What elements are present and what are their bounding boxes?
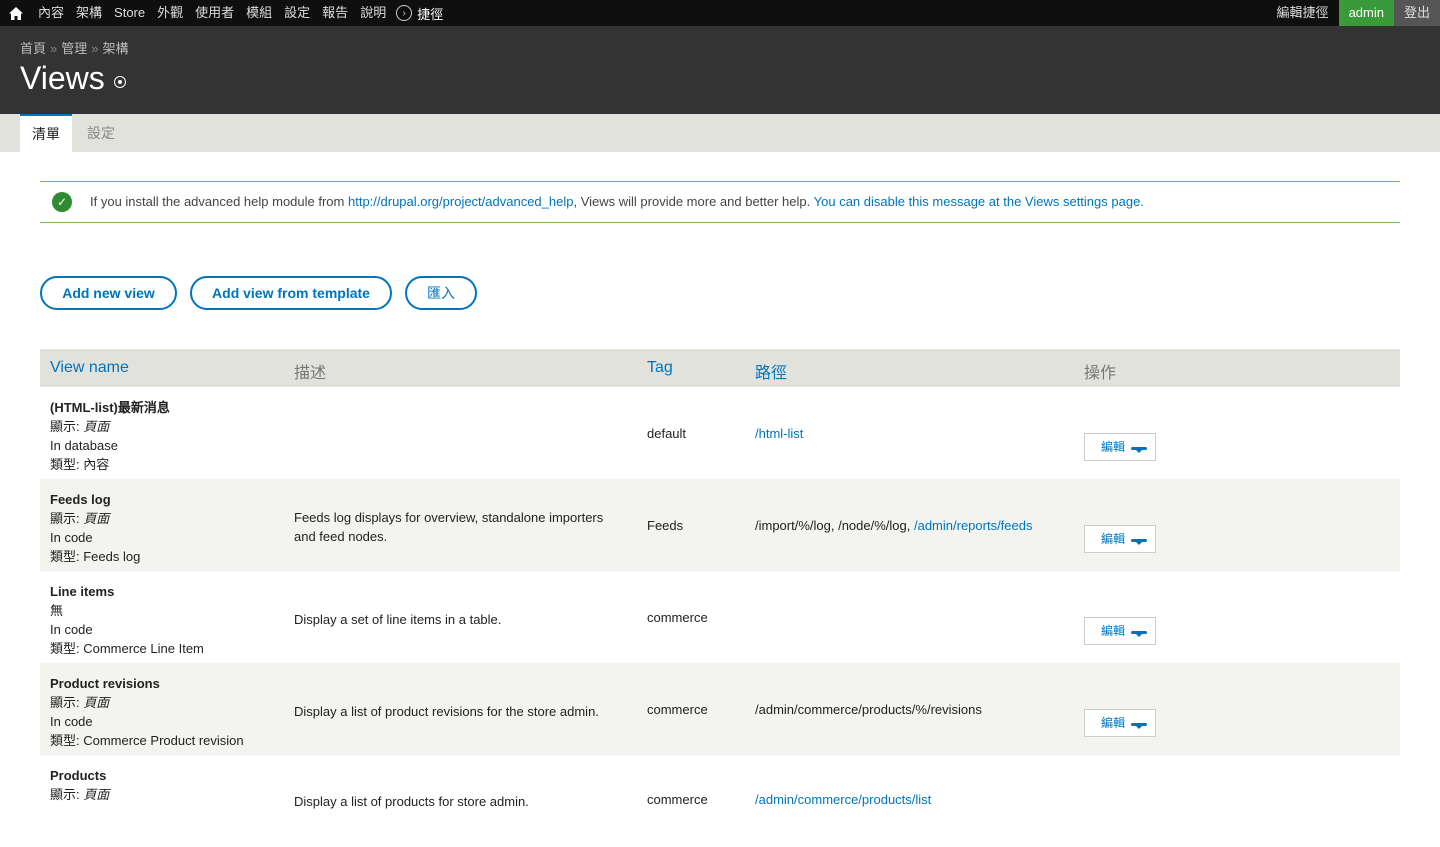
table-row: Product revisions 顯示: 頁面 In code 類型: Com… [40,663,1400,755]
view-name-cell: Feeds log 顯示: 頁面 In code 類型: Feeds log [50,492,141,564]
view-type: 類型: Commerce Product revision [50,733,244,748]
breadcrumb-admin[interactable]: 管理 [61,41,87,56]
admin-toolbar: 內容 架構 Store 外觀 使用者 模組 設定 報告 說明 › 捷徑 編輯捷徑… [0,0,1440,26]
toolbar-item-reports[interactable]: 報告 [316,0,354,26]
chevron-right-icon: › [396,5,413,21]
view-path: /admin/commerce/products/list [755,792,931,807]
view-tag: Feeds [647,518,684,533]
view-description: Display a set of line items in a table. [294,612,502,627]
view-name: Feeds log [50,492,111,507]
page-title: Views [20,60,105,96]
logout-link[interactable]: 登出 [1393,0,1440,26]
tabs-bar: 清單 設定 [0,114,1440,152]
edit-shortcuts-link[interactable]: 編輯捷徑 [1267,0,1339,26]
view-path: /import/%/log, /node/%/log, /admin/repor… [755,518,1033,533]
column-header-operations: 操作 [1084,365,1117,382]
view-type: 類型: Commerce Line Item [50,641,204,656]
table-row: Line items 無 In code 類型: Commerce Line I… [40,571,1400,663]
view-name-cell: (HTML-list)最新消息 顯示: 頁面 In database 類型: 內… [50,400,170,472]
edit-operation-button[interactable]: 編輯 [1084,433,1156,461]
check-icon: ✓ [52,192,72,212]
import-button[interactable]: 匯入 [405,276,477,310]
view-name: Products [50,768,107,783]
table-row: Feeds log 顯示: 頁面 In code 類型: Feeds log F… [40,479,1400,571]
view-path-link[interactable]: /admin/commerce/products/list [755,792,931,807]
column-header-path[interactable]: 路徑 [755,359,787,383]
view-name-cell: Products 顯示: 頁面 [50,768,110,802]
dropdown-arrow-icon[interactable] [1131,723,1147,729]
view-storage: In database [50,438,118,453]
view-description: Feeds log displays for overview, standal… [294,510,604,544]
tab-settings[interactable]: 設定 [75,114,127,152]
view-tag: commerce [647,610,708,625]
edit-operation-button[interactable]: 編輯 [1084,525,1156,553]
view-name-cell: Product revisions 顯示: 頁面 In code 類型: Com… [50,676,244,748]
view-tag: commerce [647,792,708,807]
add-shortcut-icon[interactable] [114,76,126,88]
view-path: /html-list [755,426,803,441]
views-table: View name 描述 Tag 路徑 操作 (HTML-list)最新消息 顯… [40,349,1400,847]
view-path-link[interactable]: /html-list [755,426,803,441]
home-icon[interactable] [0,0,32,26]
breadcrumb-structure[interactable]: 架構 [103,41,129,56]
column-header-view-name[interactable]: View name [50,359,129,377]
dropdown-arrow-icon[interactable] [1131,631,1147,637]
edit-operation-button[interactable]: 編輯 [1084,709,1156,737]
breadcrumb: 首頁» 管理» 架構 [20,41,129,56]
toolbar-item-store[interactable]: Store [108,0,151,26]
table-header: View name 描述 Tag 路徑 操作 [40,349,1400,387]
toolbar-item-config[interactable]: 設定 [278,0,316,26]
view-path: /admin/commerce/products/%/revisions [755,702,982,717]
add-view-from-template-button[interactable]: Add view from template [190,276,392,310]
toolbar-item-people[interactable]: 使用者 [189,0,240,26]
view-path-link[interactable]: /admin/reports/feeds [914,518,1033,533]
view-tag: commerce [647,702,708,717]
views-settings-link[interactable]: You can disable this message at the View… [814,194,1144,209]
view-name: (HTML-list)最新消息 [50,400,170,415]
view-type: 類型: Feeds log [50,549,141,564]
shortcuts-label: 捷徑 [417,6,444,22]
breadcrumb-home[interactable]: 首頁 [20,41,46,56]
table-row: (HTML-list)最新消息 顯示: 頁面 In database 類型: 內… [40,387,1400,479]
toolbar-item-content[interactable]: 內容 [32,0,70,26]
view-name: Product revisions [50,676,160,691]
status-message-text: If you install the advanced help module … [90,194,1144,209]
advanced-help-link[interactable]: http://drupal.org/project/advanced_help [348,194,574,209]
toolbar-item-appearance[interactable]: 外觀 [151,0,189,26]
column-header-description: 描述 [294,365,327,382]
view-description: Display a list of product revisions for … [294,704,599,719]
toolbar-item-structure[interactable]: 架構 [70,0,108,26]
shortcuts-toggle[interactable]: › 捷徑 [392,4,443,23]
edit-operation-button[interactable]: 編輯 [1084,617,1156,645]
view-name: Line items [50,584,115,599]
status-message: ✓ If you install the advanced help modul… [40,181,1400,223]
view-storage: In code [50,622,93,637]
view-type: 類型: 內容 [50,457,110,472]
add-new-view-button[interactable]: Add new view [40,276,177,310]
view-storage: In code [50,714,93,729]
table-row: Products 顯示: 頁面 Display a list of produc… [40,755,1400,847]
page-header: 首頁» 管理» 架構 Views [0,26,1440,114]
toolbar-item-help[interactable]: 說明 [354,0,392,26]
view-storage: In code [50,530,93,545]
dropdown-arrow-icon[interactable] [1131,447,1147,453]
toolbar-item-modules[interactable]: 模組 [240,0,278,26]
tab-list[interactable]: 清單 [20,114,72,152]
column-header-tag[interactable]: Tag [647,359,673,377]
user-account-link[interactable]: admin [1338,0,1394,26]
view-name-cell: Line items 無 In code 類型: Commerce Line I… [50,584,204,656]
dropdown-arrow-icon[interactable] [1131,539,1147,545]
view-tag: default [647,426,687,441]
